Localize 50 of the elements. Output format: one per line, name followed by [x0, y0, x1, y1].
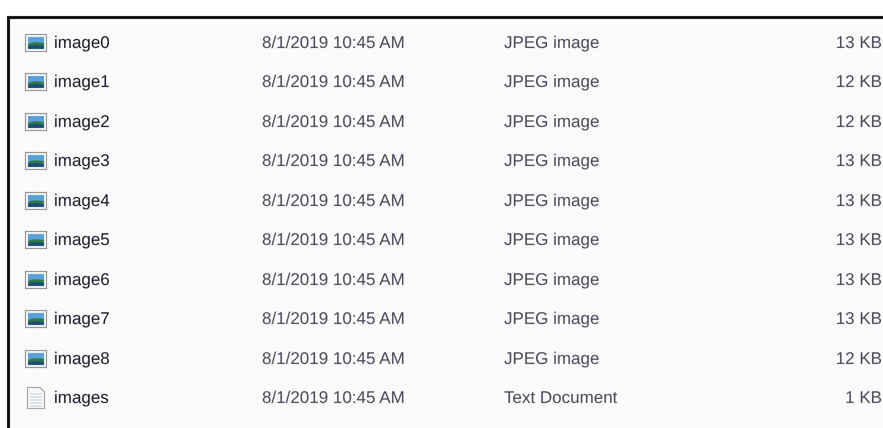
file-name[interactable]: image2	[52, 112, 262, 132]
file-size: 13 KB	[834, 151, 882, 172]
date-modified: 8/1/2019 10:45 AM	[262, 348, 406, 369]
file-name[interactable]: image7	[52, 309, 262, 330]
date-modified: 8/1/2019 10:45 AM	[262, 230, 406, 250]
file-size: 13 KB	[834, 32, 882, 53]
file-type: JPEG image	[504, 151, 600, 172]
file-type: JPEG image	[504, 72, 600, 92]
file-size: 13 KB	[834, 309, 882, 330]
file-type: JPEG image	[504, 32, 600, 53]
image-file-icon	[25, 112, 47, 131]
file-type: JPEG image	[504, 190, 600, 211]
file-name[interactable]: images	[52, 388, 262, 408]
date-modified: 8/1/2019 10:45 AM	[262, 32, 406, 53]
image-file-icon	[25, 270, 47, 289]
date-modified: 8/1/2019 10:45 AM	[262, 151, 406, 172]
file-size: 1 KB	[844, 388, 882, 408]
date-modified: 8/1/2019 10:45 AM	[262, 112, 406, 132]
date-modified: 8/1/2019 10:45 AM	[262, 388, 406, 408]
file-size: 12 KB	[834, 112, 882, 132]
file-type: JPEG image	[504, 348, 600, 369]
file-name[interactable]: image5	[52, 230, 262, 250]
image-file-icon	[25, 34, 47, 52]
file-name[interactable]: image1	[52, 72, 262, 92]
file-type: JPEG image	[504, 309, 600, 330]
file-name[interactable]: image6	[52, 270, 262, 290]
file-type: JPEG image	[504, 270, 600, 290]
file-type: Text Document	[504, 388, 618, 408]
file-name[interactable]: image4	[52, 190, 262, 211]
file-name[interactable]: image8	[52, 348, 262, 369]
file-name[interactable]: image3	[52, 151, 262, 172]
file-type: JPEG image	[504, 112, 600, 132]
image-file-icon	[25, 73, 47, 92]
image-file-icon	[25, 310, 47, 328]
image-file-icon	[25, 231, 47, 250]
date-modified: 8/1/2019 10:45 AM	[262, 190, 406, 211]
date-modified: 8/1/2019 10:45 AM	[262, 270, 406, 290]
date-modified: 8/1/2019 10:45 AM	[262, 72, 406, 92]
image-file-icon	[25, 192, 47, 210]
image-file-icon	[25, 350, 47, 368]
file-size: 13 KB	[834, 190, 882, 211]
file-size: 12 KB	[834, 72, 882, 92]
file-size: 12 KB	[834, 348, 882, 369]
file-size: 13 KB	[834, 270, 882, 290]
date-modified: 8/1/2019 10:45 AM	[262, 309, 406, 330]
document-icon	[27, 387, 45, 410]
file-name[interactable]: image0	[52, 32, 262, 53]
file-size: 13 KB	[834, 230, 882, 250]
image-file-icon	[25, 152, 47, 170]
file-type: JPEG image	[504, 230, 600, 250]
